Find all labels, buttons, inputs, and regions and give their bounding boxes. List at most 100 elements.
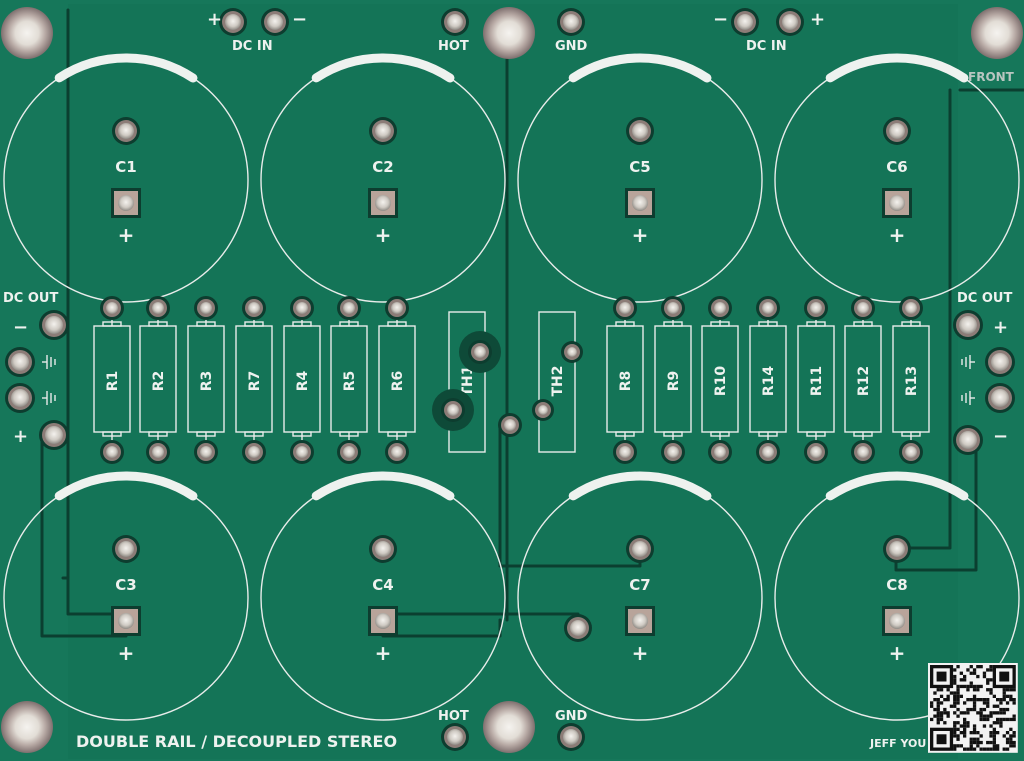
capacitor-plus-mark: + (632, 223, 649, 247)
dc-out-right-label: DC OUT (957, 291, 1012, 306)
resistor-pad-top (667, 302, 679, 314)
connector-pad (563, 14, 579, 30)
thermistor-pad (474, 346, 486, 358)
capacitor-plus-mark: + (375, 223, 392, 247)
capacitor-plus-mark: + (889, 641, 906, 665)
capacitor-pad-positive (632, 195, 648, 211)
mounting-hole-bottom-left (1, 701, 53, 753)
resistor-pad-bottom (152, 446, 164, 458)
capacitor-pad-positive (375, 195, 391, 211)
resistor-pad-top (106, 302, 118, 314)
resistor-pad-top (200, 302, 212, 314)
connector-pad (570, 620, 586, 636)
dc-out-left-plus: + (13, 426, 28, 447)
resistor-label: R10 (713, 366, 729, 397)
capacitor-label: C1 (115, 158, 136, 176)
resistor-label: R2 (151, 371, 167, 392)
resistor-pad-bottom (619, 446, 631, 458)
resistor-label: R12 (856, 366, 872, 396)
resistor-pad-bottom (391, 446, 403, 458)
connector-pad (447, 729, 463, 745)
capacitor-label: C4 (372, 576, 393, 594)
capacitor-pad-positive (375, 613, 391, 629)
capacitor-label: C7 (629, 576, 650, 594)
resistor-label: R1 (105, 371, 121, 392)
thermistor-pad (447, 404, 459, 416)
connector-pad (737, 14, 753, 30)
capacitor-plus-mark: + (118, 223, 135, 247)
resistor-pad-top (857, 302, 869, 314)
dc-out-pad (45, 426, 63, 444)
mounting-hole-top-left (1, 7, 53, 59)
capacitor-pad-negative (889, 541, 905, 557)
resistor-label: R11 (809, 366, 825, 396)
capacitor-pad-positive (118, 195, 134, 211)
capacitor-label: C5 (629, 158, 650, 176)
capacitor-label: C2 (372, 158, 393, 176)
hot-label-top: HOT (438, 39, 469, 54)
capacitor-pad-negative (118, 541, 134, 557)
resistor-label: R8 (618, 371, 634, 392)
resistor-label: R6 (390, 371, 406, 392)
resistor-pad-bottom (248, 446, 260, 458)
capacitor-plus-mark: + (632, 641, 649, 665)
resistor-label: R14 (761, 366, 777, 397)
resistor-pad-bottom (857, 446, 869, 458)
capacitor-pad-negative (632, 123, 648, 139)
resistor-pad-top (296, 302, 308, 314)
resistor-pad-bottom (667, 446, 679, 458)
thermistor-pad (538, 405, 548, 415)
dc-out-pad (45, 316, 63, 334)
dc-out-pad (11, 353, 29, 371)
capacitor-pad-negative (118, 123, 134, 139)
thermistor-pad (567, 347, 577, 357)
dc-out-pad (959, 431, 977, 449)
hot-label-bottom: HOT (438, 709, 469, 724)
pcb-artwork: C1 + C2 + C5 + C6 + C3 + C4 + C7 + C8 + R1 R2 R3 R7 R4 R5 R6 R… (0, 0, 1024, 761)
resistor-pad-bottom (714, 446, 726, 458)
dc-out-pad (11, 389, 29, 407)
resistor-pad-top (905, 302, 917, 314)
mounting-hole-hot-top (483, 7, 535, 59)
capacitor-plus-mark: + (118, 641, 135, 665)
resistor-label: R3 (199, 371, 215, 392)
gnd-label-top: GND (555, 39, 588, 54)
resistor-pad-top (248, 302, 260, 314)
resistor-pad-top (152, 302, 164, 314)
resistor-pad-top (619, 302, 631, 314)
resistor-pad-top (391, 302, 403, 314)
capacitor-pad-positive (118, 613, 134, 629)
resistor-pad-bottom (106, 446, 118, 458)
connector-pad (447, 14, 463, 30)
connector-pad (782, 14, 798, 30)
board-author: JEFF YOU (869, 737, 926, 750)
capacitor-label: C3 (115, 576, 136, 594)
dc-out-pad (959, 316, 977, 334)
dc-in-left-plus: + (207, 9, 222, 30)
dc-in-left-label: DC IN (232, 39, 273, 54)
pcb-board: C1 + C2 + C5 + C6 + C3 + C4 + C7 + C8 + R1 R2 R3 R7 R4 R5 R6 R… (0, 0, 1024, 761)
resistor-pad-top (762, 302, 774, 314)
dc-out-pad (991, 389, 1009, 407)
front-label: FRONT (968, 70, 1015, 84)
mounting-hole-top-right (971, 7, 1023, 59)
capacitor-pad-negative (375, 123, 391, 139)
dc-out-pad (991, 353, 1009, 371)
capacitor-label: C6 (886, 158, 907, 176)
dc-out-left-minus: − (13, 317, 28, 338)
dc-out-right-minus: − (993, 426, 1008, 447)
resistor-pad-bottom (762, 446, 774, 458)
resistor-label: R9 (666, 371, 682, 392)
resistor-pad-bottom (343, 446, 355, 458)
resistor-label: R5 (342, 371, 358, 392)
dc-out-left-label: DC OUT (3, 291, 58, 306)
qr-code (928, 663, 1018, 753)
resistor-pad-top (343, 302, 355, 314)
dc-in-right-label: DC IN (746, 39, 787, 54)
resistor-label: R4 (295, 370, 311, 391)
capacitor-pad-negative (375, 541, 391, 557)
capacitor-pad-positive (889, 195, 905, 211)
thermistor-pad (504, 419, 516, 431)
resistor-pad-bottom (810, 446, 822, 458)
thermistor-label: TH2 (550, 365, 566, 396)
